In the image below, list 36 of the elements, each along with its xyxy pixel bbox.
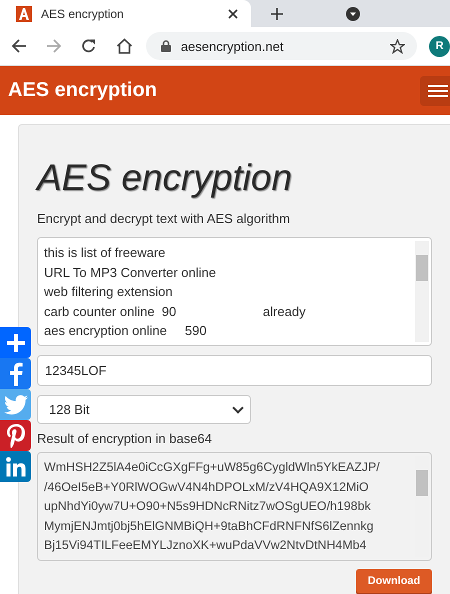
bird-icon [4, 394, 28, 414]
scrollbar[interactable] [415, 241, 429, 342]
field-text: this is list of freeware URL To MP3 Converter online web filtering extension carb counter online 90 already aes encryption online 590 [43, 244, 307, 340]
tab-search-icon[interactable] [346, 6, 360, 20]
page-heading: AES encryption [37, 156, 294, 200]
field-text: WmHSH2Z5lA4e0iCcGXgFFg+uW85g6CygldWln5YkEAZJP/ /46OeI5eB+Y0RlWOGwV4N4hDPOLxM/zV4HQA9X12MiO upNhdYi0yw7U+O90+N5s9HDNcRNitz7wOSgUEO/h198bk MymjENJmtj0bj5hElGNMBiQH+9taBhCFdRNFNfS6lZennkg Bj15Vi94TILFeeEMYLJznoXK+wuPdaVVw2NtvDtNH4Mb4 [43, 459, 381, 554]
facebook-icon [8, 362, 22, 386]
star-icon[interactable] [390, 38, 406, 54]
url-text: aesencryption.net [180, 38, 284, 54]
reload-icon[interactable] [80, 38, 97, 54]
subtitle: Encrypt and decrypt text with AES algorithm [37, 211, 291, 226]
key-field[interactable]: 12345LOF [37, 355, 432, 386]
share-button[interactable] [0, 327, 31, 358]
result-label: Result of encryption in base64 [37, 431, 213, 446]
logo-icon [16, 6, 32, 22]
pinterest-icon [6, 424, 24, 448]
profile-avatar[interactable]: R [429, 36, 450, 56]
plus-icon [6, 332, 26, 352]
text-area[interactable]: this is list of freeware URL To MP3 Converter online web filtering extension carb counter online 90 already aes encryption online 590 [37, 237, 432, 346]
address-bar[interactable]: aesencryption.net [146, 32, 418, 60]
key-size-dropdown[interactable]: 128 Bit [37, 395, 251, 424]
share-button[interactable] [0, 358, 31, 389]
menu-icon [428, 84, 448, 98]
browser-tab[interactable]: AES encryption [0, 0, 251, 27]
lock-icon [160, 40, 171, 52]
site-title[interactable]: AES encryption [8, 79, 157, 102]
result-area[interactable] [37, 452, 432, 561]
menu-button[interactable] [420, 76, 450, 106]
new-tab-icon[interactable] [271, 8, 283, 20]
close-icon[interactable] [228, 8, 238, 18]
back-icon[interactable] [11, 38, 27, 54]
download-button[interactable]: Download [356, 569, 432, 593]
share-button[interactable] [0, 420, 31, 451]
home-icon[interactable] [116, 38, 133, 54]
linkedin-icon [6, 456, 26, 476]
share-button[interactable] [0, 451, 31, 482]
